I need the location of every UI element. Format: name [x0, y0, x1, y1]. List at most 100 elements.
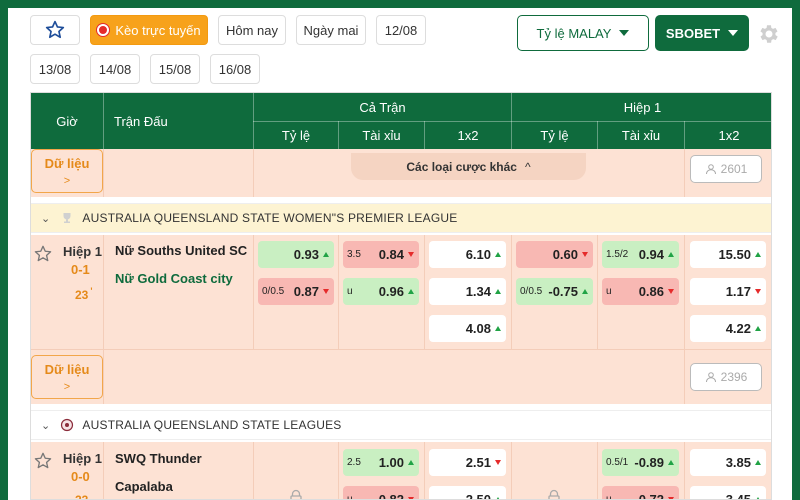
column-divider — [684, 149, 685, 197]
viewers-count-button[interactable]: 2396 — [690, 363, 762, 391]
column-divider — [511, 235, 512, 349]
odds-cell[interactable]: 4.22 — [690, 315, 766, 342]
data-row — [31, 349, 771, 404]
arrow-down-icon — [495, 460, 501, 465]
tomorrow-button[interactable]: Ngày mai — [296, 15, 366, 45]
odds-value: 2.51 — [465, 455, 491, 470]
odds-value: -0.89 — [634, 455, 664, 470]
odds-format-label: Tỷ lệ MALAY — [536, 25, 612, 41]
match-score: 0-0 — [71, 469, 90, 484]
arrow-up-icon — [668, 252, 674, 257]
odds-cell[interactable]: 3.5 0.84 — [343, 241, 419, 268]
odds-cell[interactable]: 6.10 — [429, 241, 506, 268]
date-button-12-08[interactable]: 12/08 — [376, 15, 426, 45]
arrow-down-icon — [755, 289, 761, 294]
live-odds-button[interactable]: Kèo trực tuyến — [90, 15, 208, 45]
odds-line: u — [606, 494, 612, 500]
odds-cell[interactable]: 0.5/1 -0.89 — [602, 449, 679, 476]
header-full-match: Cả Trận — [253, 93, 511, 121]
odds-line: 0/0.5 — [520, 286, 543, 297]
arrow-up-icon — [323, 252, 329, 257]
column-divider — [684, 349, 685, 404]
chevron-right-icon: > — [63, 174, 71, 187]
arrow-up-icon — [755, 460, 761, 465]
data-button[interactable]: Dữ liệu > — [31, 355, 103, 399]
arrow-down-icon — [582, 252, 588, 257]
away-team[interactable]: Capalaba — [115, 479, 173, 494]
minute-tick-icon: ' — [90, 286, 93, 296]
odds-cell[interactable]: u 0.96 — [343, 278, 419, 305]
viewers-count-button[interactable]: 2601 — [690, 155, 762, 183]
chevron-down-icon: ⌄ — [41, 419, 51, 432]
home-team[interactable]: SWQ Thunder — [115, 451, 202, 466]
arrow-down-icon — [323, 289, 329, 294]
league-header[interactable]: ⌄ AUSTRALIA QUEENSLAND STATE LEAGUES — [31, 410, 771, 440]
odds-cell[interactable]: 1.34 — [429, 278, 506, 305]
bookmaker-dropdown[interactable]: SBOBET — [655, 15, 749, 51]
column-divider — [103, 442, 104, 499]
trophy-icon — [63, 213, 71, 223]
league-name: AUSTRALIA QUEENSLAND STATE WOMEN"S PREMI… — [82, 211, 458, 225]
favorites-button[interactable] — [30, 15, 80, 45]
lock-icon — [290, 489, 302, 499]
odds-value: 2.50 — [465, 492, 491, 500]
arrow-down-icon — [668, 289, 674, 294]
match-period: Hiệp 1 — [63, 451, 103, 466]
column-divider — [597, 235, 598, 349]
odds-cell[interactable]: 2.50 — [429, 486, 506, 500]
arrow-up-icon — [408, 460, 414, 465]
column-divider — [338, 235, 339, 349]
other-bets-toggle[interactable]: Các loại cược khác ^ — [351, 153, 586, 180]
chevron-down-icon — [619, 30, 630, 36]
date-button-16-08[interactable]: 16/08 — [210, 54, 260, 84]
header-match: Trận Đấu — [103, 93, 253, 149]
header-time: Giờ — [56, 113, 78, 129]
odds-cell[interactable]: 0.93 — [258, 241, 334, 268]
odds-format-dropdown[interactable]: Tỷ lệ MALAY — [517, 15, 649, 51]
odds-cell[interactable]: 15.50 — [690, 241, 766, 268]
odds-cell[interactable]: 0/0.5 0.87 — [258, 278, 334, 305]
header-ft-1x2: 1x2 — [424, 121, 511, 149]
favorite-star-icon[interactable] — [33, 244, 53, 264]
odds-value: 0.84 — [378, 247, 404, 262]
away-team[interactable]: Nữ Gold Coast city — [115, 271, 233, 286]
arrow-down-icon — [408, 252, 414, 257]
odds-value: 0.96 — [378, 284, 404, 299]
odds-cell[interactable]: 0/0.5 -0.75 — [516, 278, 593, 305]
other-bets-label: Các loại cược khác — [406, 159, 517, 174]
odds-cell[interactable]: u 0.82 — [343, 486, 419, 499]
odds-cell[interactable]: 1.17 — [690, 278, 766, 305]
data-button[interactable]: Dữ liệu > — [31, 149, 103, 193]
match-period: Hiệp 1 — [63, 244, 103, 259]
odds-cell[interactable]: 2.51 — [429, 449, 506, 476]
date-button-14-08[interactable]: 14/08 — [90, 54, 140, 84]
live-dot-icon — [97, 24, 110, 36]
arrow-up-icon — [495, 326, 501, 331]
data-button-label: Dữ liệu — [44, 155, 90, 171]
odds-cell[interactable]: 2.5 1.00 — [343, 449, 419, 476]
league-header[interactable]: ⌄ AUSTRALIA QUEENSLAND STATE WOMEN"S PRE… — [31, 203, 771, 233]
odds-cell[interactable]: u 0.86 — [602, 278, 679, 305]
odds-value: 0.93 — [293, 247, 319, 262]
odds-cell[interactable]: 3.85 — [690, 449, 766, 476]
odds-value: 3.45 — [725, 492, 751, 500]
odds-cell[interactable]: 1.5/2 0.94 — [602, 241, 679, 268]
lock-icon — [548, 489, 560, 499]
date-button-13-08[interactable]: 13/08 — [30, 54, 80, 84]
odds-cell[interactable]: u 0.72 — [602, 486, 679, 500]
column-divider — [253, 442, 254, 499]
chevron-down-icon: ⌄ — [41, 212, 51, 225]
viewers-count: 2601 — [720, 162, 748, 176]
gear-icon[interactable] — [756, 22, 780, 46]
favorite-star-icon[interactable] — [33, 451, 53, 471]
arrow-up-icon — [408, 289, 414, 294]
odds-cell[interactable]: 4.08 — [429, 315, 506, 342]
home-team[interactable]: Nữ Souths United SC — [115, 243, 247, 258]
date-button-15-08[interactable]: 15/08 — [150, 54, 200, 84]
odds-cell[interactable]: 3.45 — [690, 486, 766, 500]
today-button[interactable]: Hôm nay — [218, 15, 286, 45]
odds-line: 2.5 — [347, 457, 361, 468]
star-icon — [45, 20, 65, 39]
odds-cell[interactable]: 0.60 — [516, 241, 593, 268]
odds-value: -0.75 — [548, 284, 578, 299]
